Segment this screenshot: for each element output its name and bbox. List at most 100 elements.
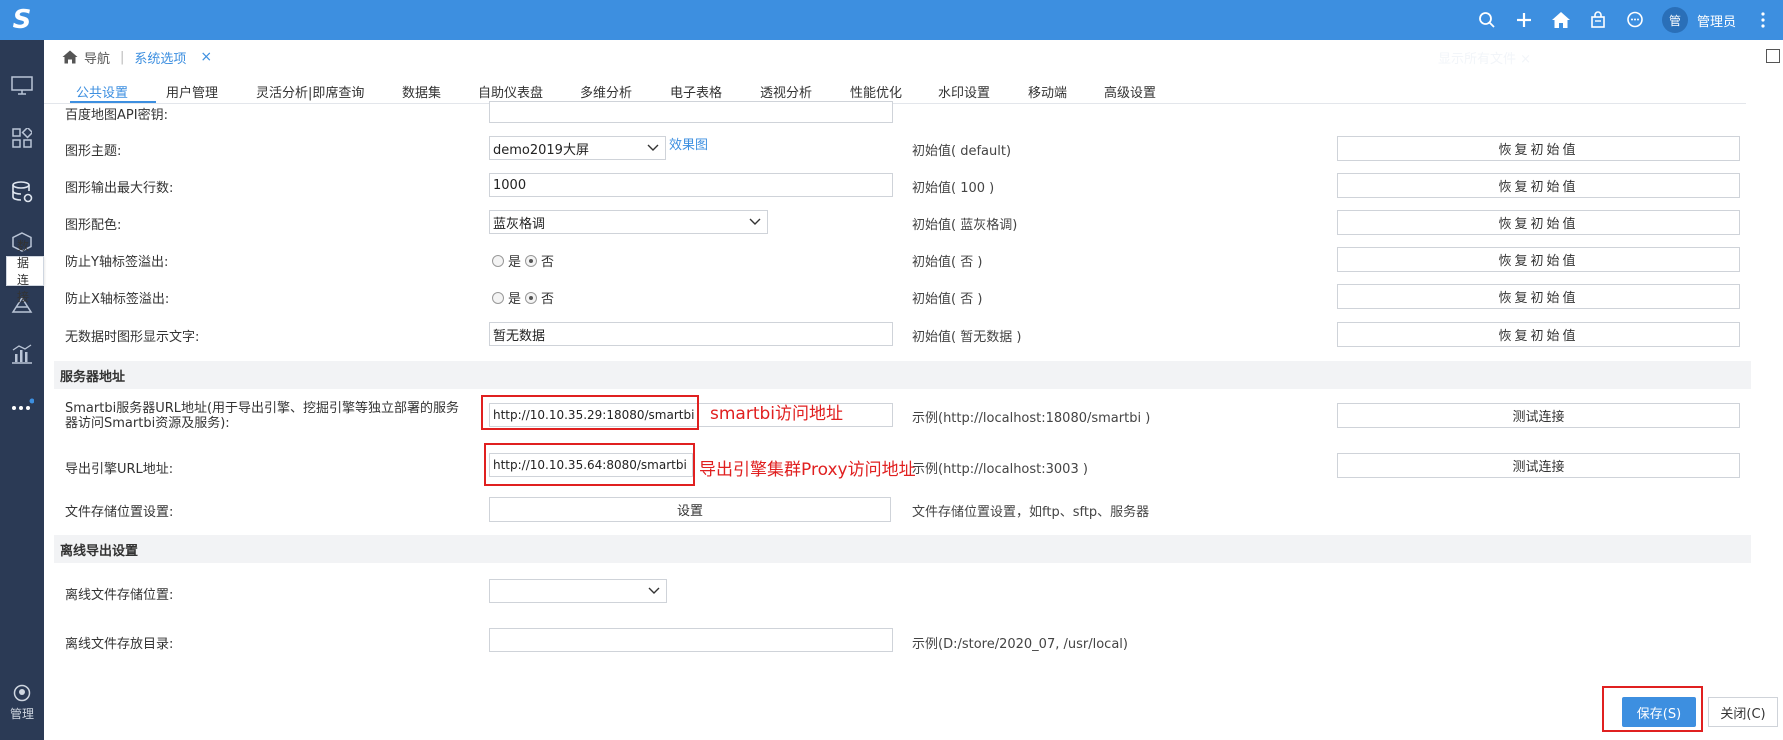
offline-storage-dir-label: 离线文件存放目录: [65, 637, 174, 652]
prevent-y-overflow-initial: 初始值( 否 ) [912, 255, 983, 270]
tab-dataset[interactable]: 数据集 [402, 82, 441, 101]
prevent-y-overflow-radios: 是 否 [492, 251, 554, 270]
user-icon [13, 684, 31, 702]
tab-olap[interactable]: 多维分析 [580, 82, 632, 101]
top-toolbar: 管 管理员 [1477, 0, 1773, 40]
chart-theme-value: demo2019大屏 [493, 142, 589, 158]
user-name[interactable]: 管理员 [1697, 11, 1736, 30]
prevent-x-overflow-radios: 是 否 [492, 288, 554, 307]
prevent-x-overflow-reset-button[interactable]: 恢复初始值 [1337, 284, 1740, 309]
chart-color-select[interactable]: 蓝灰格调 [489, 210, 768, 234]
offline-storage-location-label: 离线文件存储位置: [65, 588, 174, 603]
close-button[interactable]: 关闭(C) [1708, 697, 1778, 727]
breadcrumb-nav[interactable]: 导航 [84, 48, 110, 67]
chart-theme-label: 图形主题: [65, 144, 122, 159]
prevent-x-overflow-initial: 初始值( 否 ) [912, 292, 983, 307]
annotation-smartbi-url: smartbi访问地址 [710, 404, 844, 424]
tab-adhoc-query[interactable]: 灵活分析|即席查询 [256, 82, 364, 101]
baidu-map-key-label: 百度地图API密钥: [65, 108, 168, 123]
prevent-x-no-radio[interactable] [525, 291, 538, 304]
smartbi-url-test-button[interactable]: 测试连接 [1337, 403, 1740, 428]
monitor-icon[interactable] [6, 70, 38, 102]
prevent-y-overflow-label: 防止Y轴标签溢出: [65, 255, 169, 270]
sidebar-user-label: 管理 [9, 707, 34, 721]
chart-color-reset-button[interactable]: 恢复初始值 [1337, 210, 1740, 235]
prevent-x-yes-radio[interactable] [492, 291, 504, 304]
tab-user-management[interactable]: 用户管理 [166, 82, 218, 101]
save-button[interactable]: 保存(S) [1622, 697, 1696, 727]
home-icon[interactable] [62, 50, 78, 64]
baidu-map-key-input[interactable] [489, 101, 893, 123]
breadcrumb-current[interactable]: 系统选项 [134, 48, 186, 67]
smartbi-url-example: 示例(http://localhost:18080/smartbi ) [912, 411, 1151, 426]
preview-link[interactable]: 效果图 [669, 134, 708, 153]
bag-icon[interactable] [1588, 10, 1608, 30]
chart-theme-initial: 初始值( default) [912, 144, 1012, 159]
chart-theme-select[interactable]: demo2019大屏 [489, 136, 666, 160]
export-url-label: 导出引擎URL地址: [65, 462, 174, 477]
active-tab-indicator [70, 101, 156, 103]
file-storage-settings-button[interactable]: 设置 [489, 497, 891, 522]
close-tab-icon[interactable]: × [200, 49, 212, 65]
sidebar-user[interactable]: 管理 [0, 684, 44, 722]
more-vertical-icon[interactable] [1753, 10, 1773, 30]
sidebar-tooltip: 数据连接 [6, 239, 44, 304]
tab-performance[interactable]: 性能优化 [850, 82, 902, 101]
tab-pivot[interactable]: 透视分析 [760, 82, 812, 101]
no-data-text-label: 无数据时图形显示文字: [65, 330, 200, 345]
chart-color-initial: 初始值( 蓝灰格调) [912, 218, 1018, 233]
plus-icon[interactable] [1514, 10, 1534, 30]
tab-mobile[interactable]: 移动端 [1028, 82, 1067, 101]
show-all-files[interactable]: 显示所有文件 × [1438, 48, 1531, 67]
prevent-y-no-radio[interactable] [525, 254, 538, 267]
chart-icon[interactable] [6, 338, 38, 370]
smartbi-url-label-line1: Smartbi服务器URL地址(用于导出引擎、挖掘引擎等独立部署的服务 [65, 401, 460, 416]
chart-max-rows-value: 1000 [493, 177, 527, 193]
tab-public-settings[interactable]: 公共设置 [76, 82, 128, 101]
prevent-y-no-label: 否 [541, 255, 555, 270]
offline-section-header: 离线导出设置 [54, 535, 1751, 563]
tab-watermark[interactable]: 水印设置 [938, 82, 990, 101]
chevron-down-icon [647, 144, 659, 151]
smartbi-url-label-line2: 器访问Smartbi资源及服务): [65, 416, 230, 431]
smartbi-url-label: Smartbi服务器URL地址(用于导出引擎、挖掘引擎等独立部署的服务 器访问S… [65, 401, 459, 431]
apps-icon[interactable] [6, 122, 38, 154]
home-icon[interactable] [1551, 10, 1571, 30]
no-data-text-initial: 初始值( 暂无数据 ) [912, 330, 1022, 345]
offline-storage-dir-input[interactable] [489, 628, 893, 652]
file-storage-label: 文件存储位置设置: [65, 505, 174, 520]
prevent-y-yes-radio[interactable] [492, 254, 504, 267]
tab-advanced[interactable]: 高级设置 [1104, 82, 1156, 101]
maximize-icon[interactable] [1766, 49, 1780, 63]
chart-theme-reset-button[interactable]: 恢复初始值 [1337, 136, 1740, 161]
chevron-down-icon [648, 587, 660, 594]
tab-dashboard[interactable]: 自助仪表盘 [478, 82, 543, 101]
chart-max-rows-reset-button[interactable]: 恢复初始值 [1337, 173, 1740, 198]
database-icon[interactable] [6, 176, 38, 208]
offline-storage-location-select[interactable] [489, 579, 667, 603]
app-logo[interactable]: S [0, 0, 44, 40]
annotation-box-export-url [484, 443, 695, 486]
prevent-x-overflow-label: 防止X轴标签溢出: [65, 292, 170, 307]
settings-tabs: 公共设置 用户管理 灵活分析|即席查询 数据集 自助仪表盘 多维分析 电子表格 … [44, 78, 1746, 104]
prevent-y-overflow-reset-button[interactable]: 恢复初始值 [1337, 247, 1740, 272]
export-url-test-button[interactable]: 测试连接 [1337, 453, 1740, 478]
no-data-text-value: 暂无数据 [493, 328, 546, 344]
chart-max-rows-label: 图形输出最大行数: [65, 181, 174, 196]
no-data-text-input[interactable]: 暂无数据 [489, 322, 893, 346]
tab-spreadsheet[interactable]: 电子表格 [670, 82, 722, 101]
sidebar: 数据连接 管理 [0, 40, 44, 740]
more-icon[interactable] [6, 390, 38, 422]
avatar[interactable]: 管 [1661, 7, 1688, 33]
no-data-text-reset-button[interactable]: 恢复初始值 [1337, 322, 1740, 347]
chat-icon[interactable] [1625, 10, 1645, 30]
breadcrumb-separator: | [120, 49, 125, 65]
server-section-header: 服务器地址 [54, 361, 1751, 389]
chart-max-rows-input[interactable]: 1000 [489, 173, 893, 197]
annotation-export-url: 导出引擎集群Proxy访问地址 [699, 460, 916, 480]
top-bar: S 管 管理员 [0, 0, 1783, 40]
annotation-box-smartbi-url [481, 395, 699, 430]
search-icon[interactable] [1477, 10, 1497, 30]
chevron-down-icon [749, 218, 761, 225]
offline-storage-dir-example: 示例(D:/store/2020_07, /usr/local) [912, 637, 1128, 652]
